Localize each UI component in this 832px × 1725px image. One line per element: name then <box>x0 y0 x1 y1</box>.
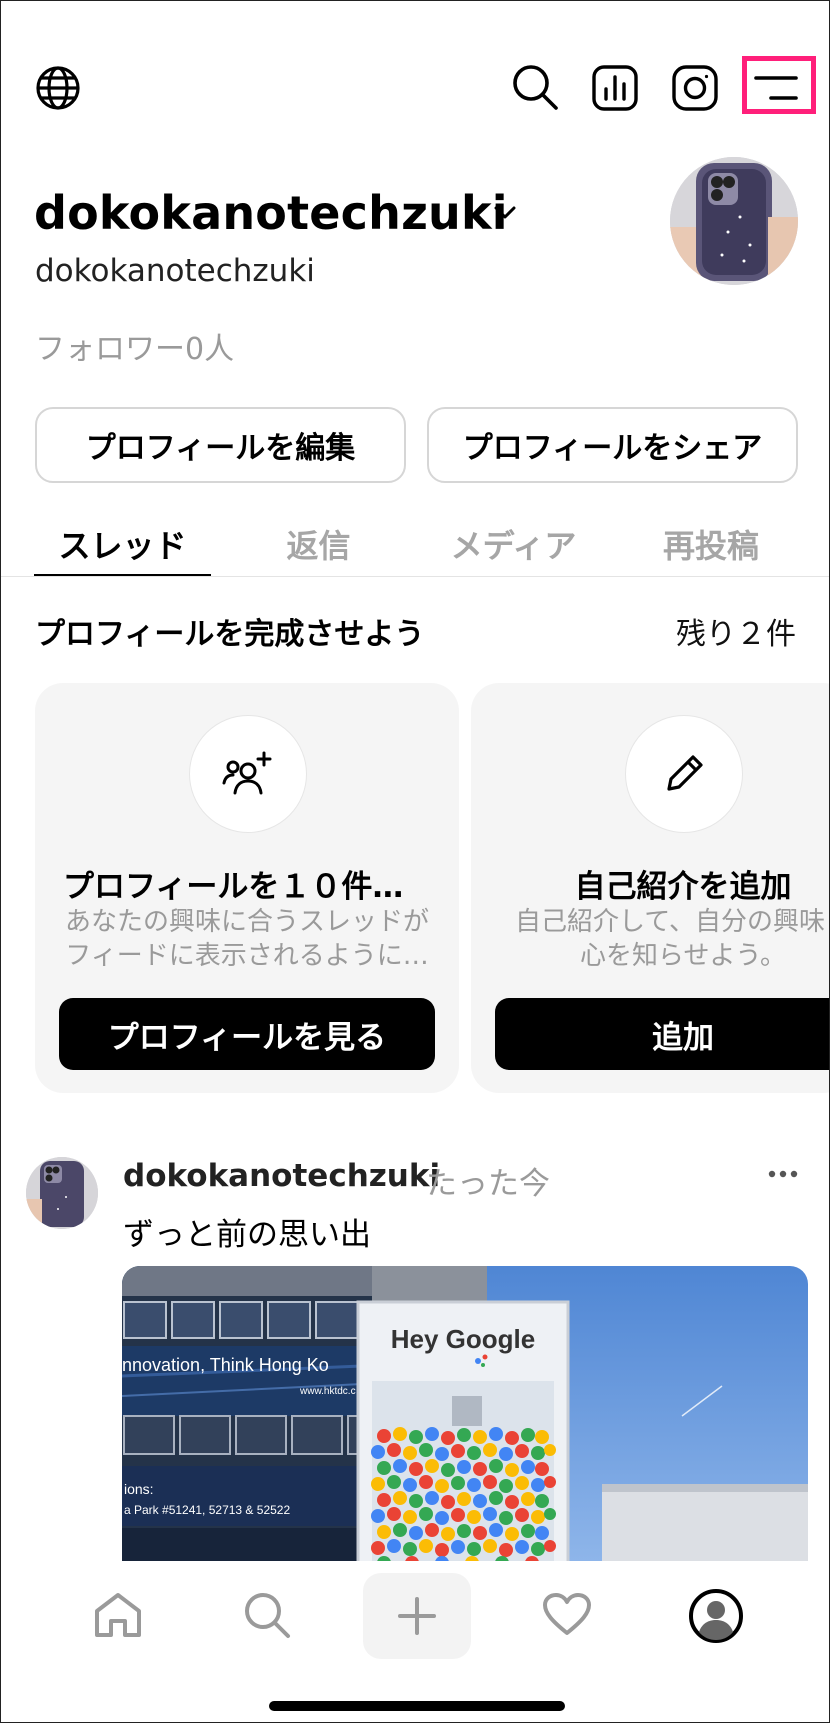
heart-icon[interactable] <box>542 1593 592 1637</box>
card-description: 自己紹介して、自分の興味・ 心を知らせよう。 <box>515 907 830 971</box>
card-icon-circle <box>625 715 743 833</box>
profile-username: dokokanotechzuki <box>35 253 315 289</box>
remaining-count: 残り２件 <box>676 617 796 652</box>
instagram-icon[interactable] <box>672 65 718 111</box>
suggestion-card-bio: 自己紹介を追加 自己紹介して、自分の興味・ 心を知らせよう。 追加 <box>471 683 830 1093</box>
app-screen: dokokanotechzuki dokokanotechzuki フォロワー0… <box>0 0 830 1723</box>
menu-highlight-box <box>742 56 816 114</box>
card-title: 自己紹介を追加 <box>574 869 792 905</box>
edit-profile-button[interactable]: プロフィールを編集 <box>35 407 406 483</box>
banner-small-text: ions: <box>124 1481 154 1497</box>
globe-icon[interactable] <box>35 65 81 111</box>
chevron-down-icon[interactable] <box>494 206 516 220</box>
tab-reposts[interactable]: 再投稿 <box>631 521 791 567</box>
add-bio-button[interactable]: 追加 <box>495 998 829 1070</box>
card-description: あなたの興味に合うスレッドが フィードに表示されるように… <box>64 907 429 971</box>
plus-icon <box>397 1596 437 1636</box>
suggestion-card-follow: プロフィールを１０件フ… あなたの興味に合うスレッドが フィードに表示されるよう… <box>35 683 459 1093</box>
share-profile-button[interactable]: プロフィールをシェア <box>427 407 798 483</box>
search-icon[interactable] <box>243 1591 291 1639</box>
banner-text: nnovation, Think Hong Ko <box>122 1355 329 1375</box>
profile-display-name[interactable]: dokokanotechzuki <box>34 186 508 240</box>
view-profiles-button[interactable]: プロフィールを見る <box>59 998 435 1070</box>
add-people-icon <box>222 751 274 797</box>
post-avatar[interactable] <box>26 1157 98 1229</box>
post-timestamp: たった今 <box>426 1166 550 1202</box>
profile-tabs: スレッド 返信 メディア 再投稿 <box>1 511 829 577</box>
card-icon-circle <box>189 715 307 833</box>
post-username[interactable]: dokokanotechzuki <box>123 1158 440 1194</box>
banner-address-text: a Park #51241, 52713 & 52522 <box>124 1503 290 1517</box>
tab-threads[interactable]: スレッド <box>34 521 211 567</box>
insights-icon[interactable] <box>592 65 638 111</box>
pencil-icon <box>661 751 707 797</box>
hey-google-sign: Hey Google <box>391 1324 535 1354</box>
tab-replies[interactable]: 返信 <box>241 521 396 567</box>
followers-count[interactable]: フォロワー0人 <box>35 324 234 368</box>
post-photo[interactable]: nnovation, Think Hong Ko www.hktdc.c ion… <box>122 1266 808 1566</box>
create-post-button[interactable] <box>363 1573 471 1659</box>
bottom-nav <box>1 1561 829 1722</box>
divider <box>1 576 829 577</box>
banner-url-text: www.hktdc.c <box>299 1386 356 1397</box>
search-icon[interactable] <box>511 63 559 111</box>
tab-media[interactable]: メディア <box>431 521 596 567</box>
top-bar <box>1 63 829 119</box>
post-text: ずっと前の思い出 <box>123 1217 371 1253</box>
card-title: プロフィールを１０件フ… <box>63 869 431 905</box>
home-indicator <box>269 1701 565 1711</box>
profile-avatar[interactable] <box>670 157 798 285</box>
profile-icon[interactable] <box>688 1588 744 1644</box>
more-options-icon[interactable] <box>768 1169 798 1179</box>
home-icon[interactable] <box>93 1591 143 1639</box>
complete-profile-title: プロフィールを完成させよう <box>35 617 425 652</box>
